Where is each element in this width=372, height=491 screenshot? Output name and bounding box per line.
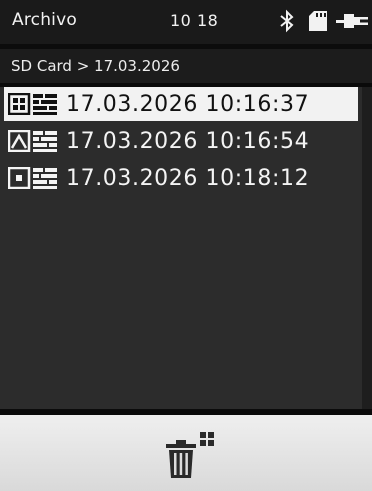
file-item-selected[interactable]: 17.03.2026 10:16:37 [4,87,358,121]
file-item-label: 17.03.2026 10:16:37 [66,91,310,117]
file-item[interactable]: 17.03.2026 10:16:54 [4,124,358,158]
clock: 10 18 [170,11,219,30]
delete-all-button[interactable] [160,430,220,482]
sd-card-icon [309,11,327,31]
triangle-image-icon [8,130,57,152]
device-screen: Archivo 10 18 SD Card > 17.03.2026 17.03… [0,0,372,491]
status-bar: Archivo 10 18 [0,0,372,44]
power-plug-icon [336,14,368,28]
file-item[interactable]: 17.03.2026 10:18:12 [4,161,358,195]
breadcrumb[interactable]: SD Card > 17.03.2026 [0,49,372,83]
grid-image-icon [8,93,57,115]
trash-multiple-icon [166,432,214,478]
scrollbar-track[interactable] [362,87,372,409]
bluetooth-icon [280,9,294,33]
app-title: Archivo [12,10,77,30]
square-image-icon [8,167,57,189]
file-item-label: 17.03.2026 10:16:54 [66,128,310,154]
file-item-label: 17.03.2026 10:18:12 [66,165,310,191]
